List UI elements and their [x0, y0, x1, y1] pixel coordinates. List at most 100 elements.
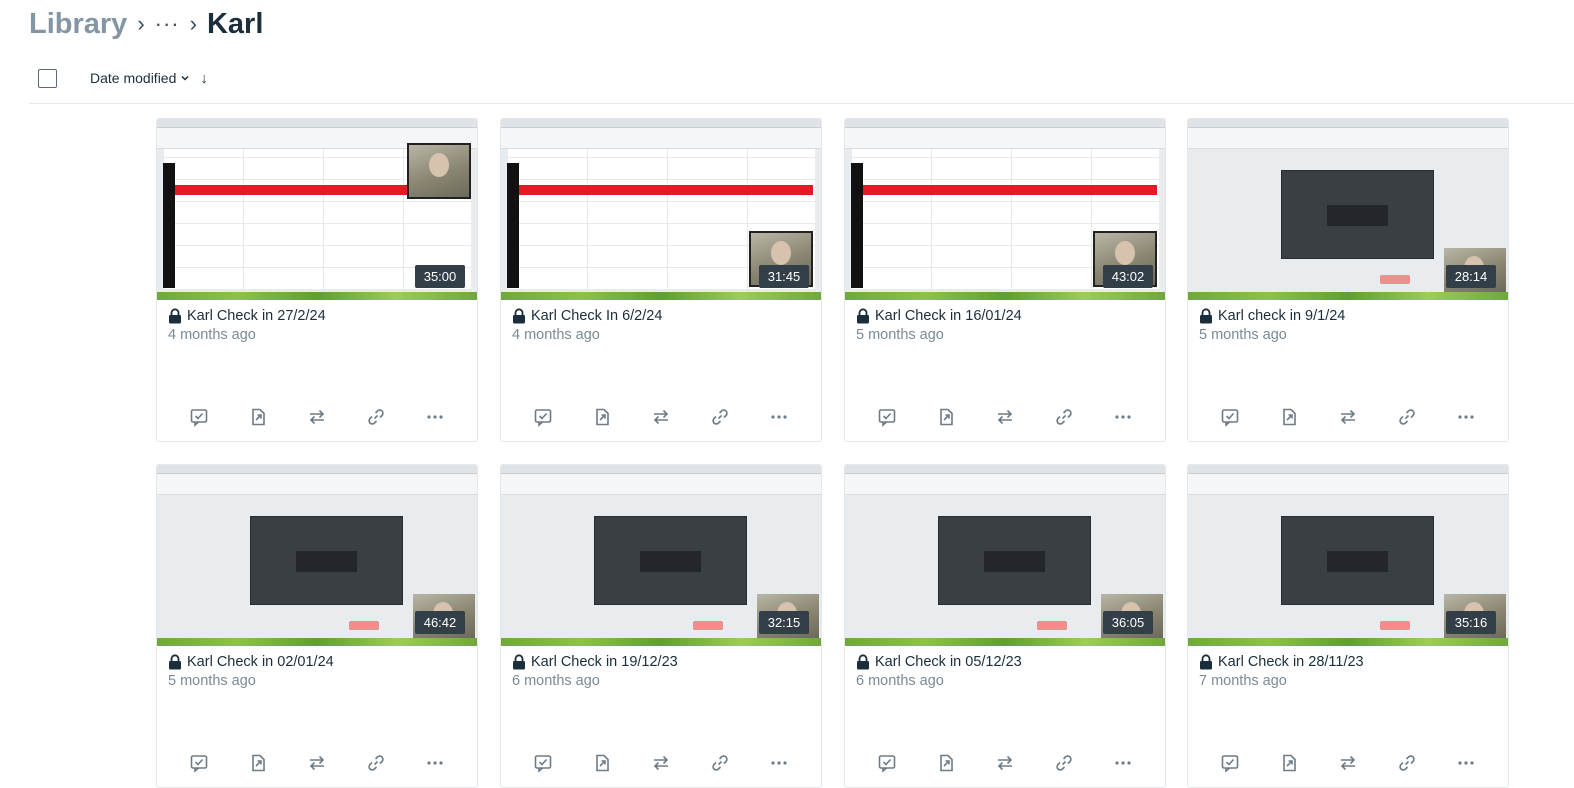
video-thumbnail[interactable]: 43:02 [845, 119, 1165, 300]
sort-dropdown[interactable]: Date modified [90, 70, 190, 86]
browser-bar [157, 465, 477, 474]
video-modified-date: 5 months ago [856, 327, 944, 343]
link-icon [712, 755, 728, 771]
link-button[interactable] [709, 752, 731, 774]
comment-button[interactable] [876, 406, 898, 428]
video-thumbnail[interactable]: 35:00 [157, 119, 477, 300]
video-card[interactable]: 36:05 Karl Check in 05/12/23 6 months ago [844, 464, 1166, 788]
spreadsheet-column [851, 163, 863, 288]
video-title[interactable]: Karl Check in 02/01/24 [187, 654, 334, 670]
desktop-dock [157, 292, 477, 300]
share-button[interactable] [1278, 752, 1300, 774]
move-button[interactable] [1337, 406, 1359, 428]
video-thumbnail[interactable]: 35:16 [1188, 465, 1508, 646]
comment-button[interactable] [188, 406, 210, 428]
video-thumbnail[interactable]: 31:45 [501, 119, 821, 300]
comment-button[interactable] [1219, 752, 1241, 774]
browser-toolbar [1188, 128, 1508, 149]
video-title[interactable]: Karl check in 9/1/24 [1218, 308, 1345, 324]
comment-button[interactable] [532, 406, 554, 428]
move-button[interactable] [1337, 752, 1359, 774]
duration-badge: 43:02 [1103, 265, 1153, 288]
video-title[interactable]: Karl Check in 19/12/23 [531, 654, 678, 670]
video-title[interactable]: Karl Check in 05/12/23 [875, 654, 1022, 670]
more-button[interactable] [1112, 406, 1134, 428]
record-button [349, 620, 379, 630]
video-thumbnail[interactable]: 46:42 [157, 465, 477, 646]
move-button[interactable] [994, 406, 1016, 428]
more-button[interactable] [1455, 752, 1477, 774]
video-card[interactable]: 28:14 Karl check in 9/1/24 5 months ago [1187, 118, 1509, 442]
comment-icon [878, 409, 896, 427]
video-title[interactable]: Karl Check in 27/2/24 [187, 308, 326, 324]
duration-badge: 36:05 [1103, 611, 1153, 634]
link-button[interactable] [1053, 752, 1075, 774]
comment-button[interactable] [876, 752, 898, 774]
duration-badge: 28:14 [1446, 265, 1496, 288]
link-button[interactable] [1396, 406, 1418, 428]
arrow-down-icon: ↓ [200, 69, 208, 87]
desktop-dock [157, 638, 477, 646]
video-card[interactable]: 31:45 Karl Check In 6/2/24 4 months ago [500, 118, 822, 442]
lock-icon [856, 308, 870, 324]
breadcrumb-ellipsis-button[interactable]: ··· [155, 11, 180, 37]
more-button[interactable] [424, 752, 446, 774]
link-button[interactable] [365, 752, 387, 774]
comment-button[interactable] [1219, 406, 1241, 428]
video-thumbnail[interactable]: 36:05 [845, 465, 1165, 646]
video-card[interactable]: 43:02 Karl Check in 16/01/24 5 months ago [844, 118, 1166, 442]
more-button[interactable] [768, 752, 790, 774]
move-button[interactable] [306, 406, 328, 428]
link-button[interactable] [365, 406, 387, 428]
duration-badge: 35:00 [415, 265, 465, 288]
video-card[interactable]: 46:42 Karl Check in 02/01/24 5 months ago [156, 464, 478, 788]
video-card[interactable]: 32:15 Karl Check in 19/12/23 6 months ago [500, 464, 822, 788]
video-title[interactable]: Karl Check in 28/11/23 [1218, 654, 1364, 670]
recording-modal [937, 515, 1092, 605]
share-button[interactable] [935, 752, 957, 774]
desktop-dock [845, 292, 1165, 300]
select-all-checkbox[interactable] [38, 68, 57, 88]
desktop-dock [1188, 292, 1508, 300]
link-icon [368, 409, 384, 425]
video-thumbnail[interactable]: 32:15 [501, 465, 821, 646]
share-button[interactable] [247, 752, 269, 774]
share-button[interactable] [1278, 406, 1300, 428]
share-icon [596, 754, 609, 772]
more-icon [427, 415, 443, 419]
move-button[interactable] [994, 752, 1016, 774]
video-card[interactable]: 35:16 Karl Check in 28/11/23 7 months ago [1187, 464, 1509, 788]
share-button[interactable] [935, 406, 957, 428]
link-button[interactable] [709, 406, 731, 428]
move-button[interactable] [650, 752, 672, 774]
comment-icon [878, 755, 896, 773]
share-button[interactable] [591, 752, 613, 774]
share-button[interactable] [591, 406, 613, 428]
more-button[interactable] [1455, 406, 1477, 428]
video-modified-date: 5 months ago [168, 673, 256, 689]
move-icon [309, 755, 325, 771]
browser-toolbar [157, 474, 477, 495]
more-button[interactable] [768, 406, 790, 428]
video-thumbnail[interactable]: 28:14 [1188, 119, 1508, 300]
more-button[interactable] [1112, 752, 1134, 774]
link-button[interactable] [1053, 406, 1075, 428]
video-title[interactable]: Karl Check in 16/01/24 [875, 308, 1022, 324]
desktop-dock [845, 638, 1165, 646]
browser-bar [501, 465, 821, 474]
move-button[interactable] [306, 752, 328, 774]
share-button[interactable] [247, 406, 269, 428]
link-icon [368, 755, 384, 771]
breadcrumb-library-link[interactable]: Library [29, 8, 127, 41]
comment-button[interactable] [188, 752, 210, 774]
comment-button[interactable] [532, 752, 554, 774]
duration-badge: 35:16 [1446, 611, 1496, 634]
link-button[interactable] [1396, 752, 1418, 774]
sort-direction-button[interactable]: ↓ [200, 70, 208, 87]
move-button[interactable] [650, 406, 672, 428]
move-icon [309, 409, 325, 425]
video-card[interactable]: 35:00 Karl Check in 27/2/24 4 months ago [156, 118, 478, 442]
more-button[interactable] [424, 406, 446, 428]
video-title[interactable]: Karl Check In 6/2/24 [531, 308, 662, 324]
chevron-right-icon: › [137, 11, 145, 36]
